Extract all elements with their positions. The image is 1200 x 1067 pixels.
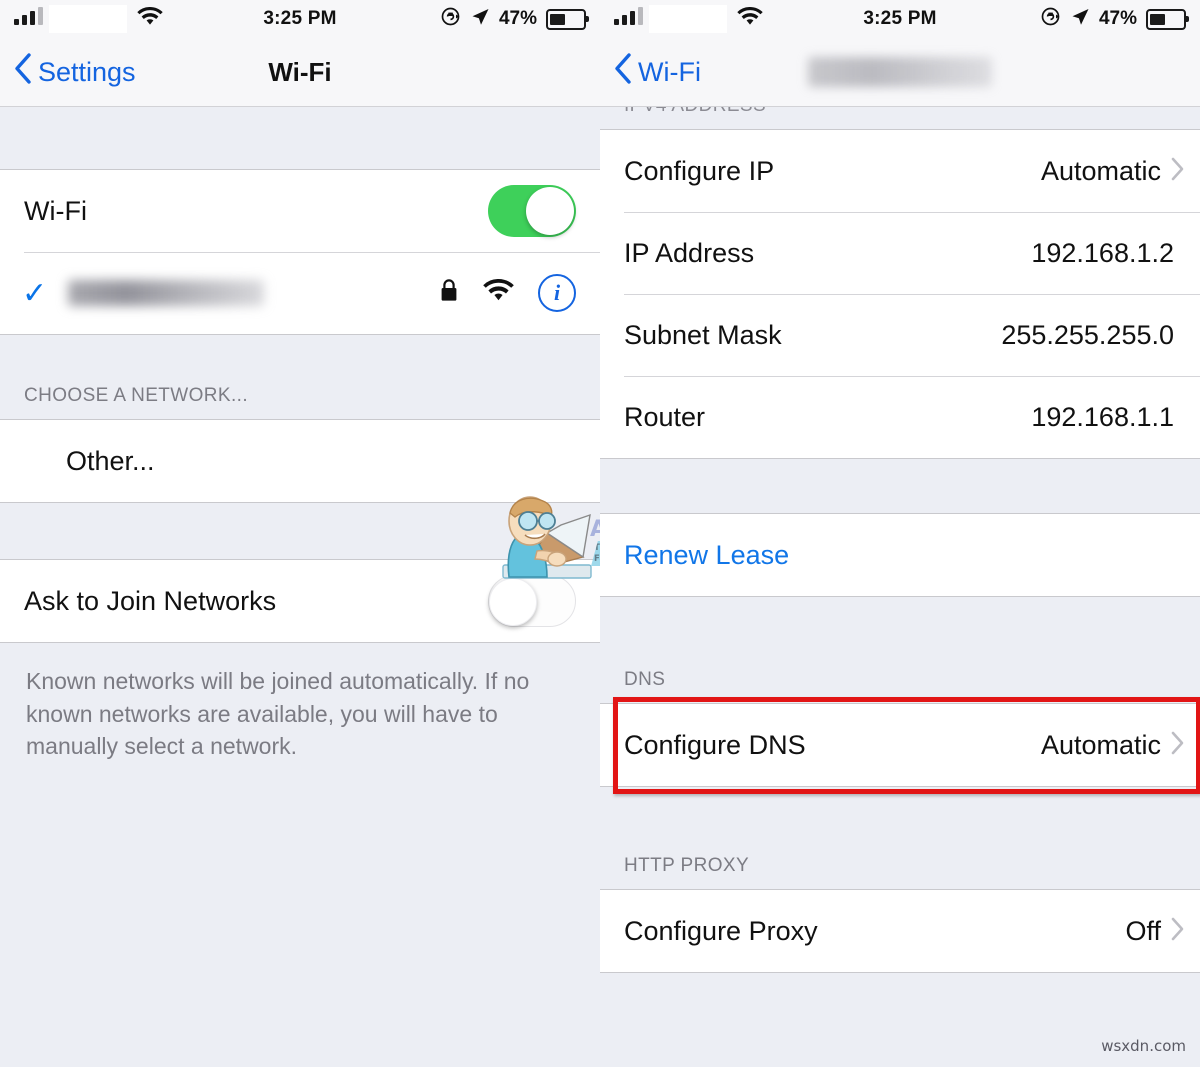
ip-address-value: 192.168.1.2	[1031, 237, 1174, 268]
spacer-top-left	[0, 107, 600, 169]
lock-icon	[439, 278, 459, 308]
left-screen-wifi-settings: 3:25 PM 47% Settings Wi-Fi Wi-Fi ✓ i CHO…	[0, 0, 600, 1067]
location-arrow-icon	[470, 7, 490, 32]
rotation-lock-icon	[440, 6, 461, 32]
configure-dns-row[interactable]: Configure DNS Automatic	[600, 704, 1200, 786]
ipv4-section-header: IPV4 ADDRESS	[600, 107, 1200, 117]
page-title-redaction	[808, 57, 992, 87]
ask-to-join-toggle[interactable]	[488, 575, 576, 627]
configure-proxy-label: Configure Proxy	[624, 915, 818, 946]
spacer-before-dns	[600, 597, 1200, 651]
connected-ssid-redaction	[68, 280, 264, 306]
clock-time: 3:25 PM	[263, 8, 337, 29]
subnet-mask-value: 255.255.255.0	[1001, 319, 1174, 350]
ask-to-join-label: Ask to Join Networks	[24, 585, 277, 616]
info-circle-icon[interactable]: i	[538, 274, 576, 312]
status-bar-right: 3:25 PM 47%	[600, 0, 1200, 38]
nav-bar-left: Settings Wi-Fi	[0, 38, 600, 107]
ask-to-join-row[interactable]: Ask to Join Networks	[0, 560, 600, 642]
ask-to-join-footnote: Known networks will be joined automatica…	[0, 643, 600, 763]
page-title: Wi-Fi	[268, 56, 332, 87]
other-network-row[interactable]: Other...	[0, 420, 600, 502]
renew-lease-group: Renew Lease	[600, 513, 1200, 597]
configure-dns-highlight-wrapper: Configure DNS Automatic	[600, 697, 1200, 794]
rotation-lock-icon	[1040, 6, 1061, 32]
back-button-wifi[interactable]: Wi-Fi	[614, 53, 701, 91]
http-proxy-group: Configure Proxy Off	[600, 889, 1200, 973]
router-label: Router	[624, 401, 706, 432]
router-row: Router 192.168.1.1	[600, 376, 1200, 458]
right-screen-network-details: 3:25 PM 47% Wi-Fi Configure IP Automatic…	[600, 0, 1200, 1067]
http-proxy-section-header: HTTP PROXY	[624, 855, 750, 876]
wifi-icon	[483, 278, 514, 307]
clock-time: 3:25 PM	[863, 8, 937, 29]
chevron-right-icon	[1171, 917, 1184, 946]
chevron-right-icon	[1171, 157, 1184, 186]
battery-percent-label: 47%	[1098, 8, 1137, 29]
wifi-toggle-row[interactable]: Wi-Fi	[0, 170, 600, 252]
location-arrow-icon	[1070, 7, 1090, 32]
wifi-row-label: Wi-Fi	[24, 195, 87, 226]
dns-section-header: DNS	[624, 669, 666, 690]
status-bar-right-group: 47%	[440, 0, 589, 38]
connected-network-row[interactable]: ✓ i	[0, 252, 600, 334]
configure-dns-value: Automatic	[1040, 729, 1161, 760]
other-network-group: Other...	[0, 419, 600, 503]
battery-icon	[1146, 8, 1189, 30]
http-proxy-header-band: HTTP PROXY	[600, 837, 1200, 889]
status-bar-right-group: 47%	[1040, 0, 1189, 38]
toggle-knob	[526, 187, 574, 235]
ask-to-join-group: Ask to Join Networks	[0, 559, 600, 643]
ip-address-row: IP Address 192.168.1.2	[600, 212, 1200, 294]
router-value: 192.168.1.1	[1031, 401, 1174, 432]
configure-dns-label: Configure DNS	[624, 729, 806, 760]
site-watermark: wsxdn.com	[1101, 1037, 1186, 1055]
configure-ip-value: Automatic	[1040, 155, 1161, 186]
status-bar-left: 3:25 PM 47%	[0, 0, 600, 38]
battery-icon	[546, 8, 589, 30]
renew-lease-row[interactable]: Renew Lease	[600, 514, 1200, 596]
spacer-before-renew-lease	[600, 459, 1200, 513]
renew-lease-label: Renew Lease	[624, 539, 790, 570]
dns-header-band: DNS	[600, 651, 1200, 703]
spacer-before-ask-join	[0, 503, 600, 559]
configure-proxy-value: Off	[1125, 915, 1161, 946]
subnet-mask-row: Subnet Mask 255.255.255.0	[600, 294, 1200, 376]
toggle-knob	[489, 578, 537, 626]
configure-ip-label: Configure IP	[624, 155, 775, 186]
choose-network-header-band: CHOOSE A NETWORK...	[0, 363, 600, 419]
spacer-before-choose-network	[0, 335, 600, 363]
nav-bar-right: Wi-Fi	[600, 38, 1200, 107]
wifi-toggle[interactable]	[488, 185, 576, 237]
checkmark-icon: ✓	[22, 276, 48, 310]
other-network-label: Other...	[66, 445, 155, 476]
chevron-left-icon	[614, 53, 631, 91]
ipv4-header-band: IPV4 ADDRESS	[600, 107, 1200, 129]
ipv4-group: Configure IP Automatic IP Address 192.16…	[600, 129, 1200, 459]
ip-address-label: IP Address	[624, 237, 755, 268]
back-button-label: Wi-Fi	[638, 56, 701, 87]
battery-percent-label: 47%	[498, 8, 537, 29]
configure-proxy-row[interactable]: Configure Proxy Off	[600, 890, 1200, 972]
dual-screenshot-container: 3:25 PM 47% Settings Wi-Fi Wi-Fi ✓ i CHO…	[0, 0, 1200, 1067]
configure-ip-row[interactable]: Configure IP Automatic	[600, 130, 1200, 212]
network-row-icons: i	[439, 274, 576, 312]
spacer-before-http-proxy	[600, 787, 1200, 837]
choose-network-header: CHOOSE A NETWORK...	[24, 385, 249, 406]
wifi-group: Wi-Fi ✓ i	[0, 169, 600, 335]
chevron-right-icon	[1171, 731, 1184, 760]
dns-group: Configure DNS Automatic	[600, 703, 1200, 787]
subnet-mask-label: Subnet Mask	[624, 319, 782, 350]
